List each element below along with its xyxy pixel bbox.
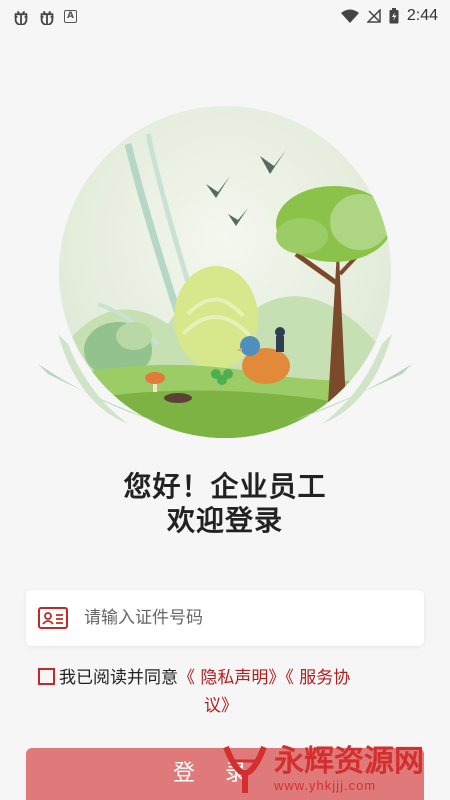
status-bar-right: 2:44 xyxy=(340,7,438,25)
agreement-row: 我已阅读并同意《 隐私声明》《 服务协 议》 xyxy=(38,664,424,720)
agreement-checkbox[interactable] xyxy=(38,668,55,685)
watermark-url: www.yhkjjj.com xyxy=(274,777,377,793)
id-card-icon xyxy=(38,607,68,629)
greeting-line1: 您好！企业员工 xyxy=(123,470,327,503)
landscape-illustration xyxy=(38,106,412,438)
greeting-title: 您好！企业员工 欢迎登录 xyxy=(0,470,450,538)
wifi-icon xyxy=(340,9,359,23)
watermark-logo-icon xyxy=(223,745,267,793)
privacy-policy-link[interactable]: 《 隐私声明》 xyxy=(178,668,285,688)
bug-icon xyxy=(40,10,54,25)
service-agreement-link[interactable]: 《 服务协 xyxy=(285,668,350,688)
id-number-input[interactable] xyxy=(84,608,384,628)
status-time: 2:44 xyxy=(406,7,438,24)
status-bar-left: A xyxy=(12,7,77,25)
status-bar: A 2:44 xyxy=(0,0,450,32)
agreement-text: 我已阅读并同意 xyxy=(59,668,178,688)
id-number-field[interactable] xyxy=(26,590,424,646)
battery-charging-icon xyxy=(389,8,399,24)
bug-icon xyxy=(14,10,28,25)
no-signal-icon xyxy=(366,9,381,23)
a-notification-icon: A xyxy=(64,9,77,23)
service-agreement-link-cont[interactable]: 议》 xyxy=(204,696,238,716)
watermark-text: 永辉资源网 xyxy=(274,743,424,779)
watermark: 永辉资源网 www.yhkjjj.com xyxy=(222,738,450,800)
greeting-line2: 欢迎登录 xyxy=(166,504,283,537)
